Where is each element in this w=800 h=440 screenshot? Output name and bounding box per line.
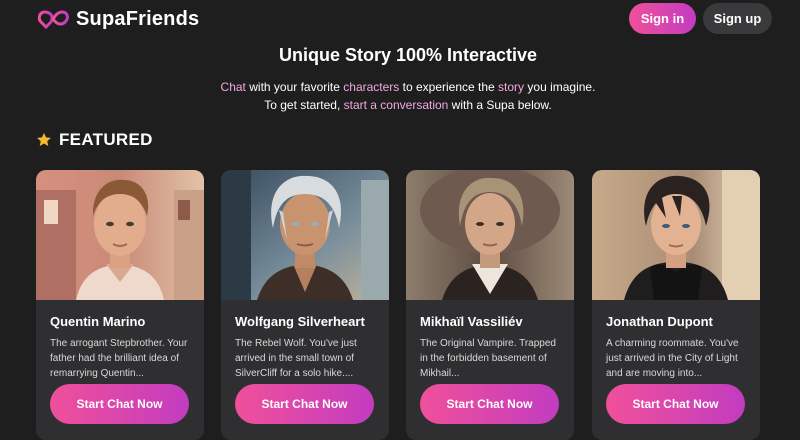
start-chat-button[interactable]: Start Chat Now (235, 384, 374, 424)
featured-label: FEATURED (59, 130, 153, 149)
start-conversation-link[interactable]: start a conversation (344, 98, 449, 112)
character-description: The arrogant Stepbrother. Your father ha… (50, 338, 188, 379)
intro-text: To get started, (264, 98, 344, 112)
intro-text: with your favorite (245, 80, 344, 94)
start-chat-button[interactable]: Start Chat Now (420, 384, 559, 424)
story-link[interactable]: story (498, 80, 524, 94)
character-name: Wolfgang Silverheart (235, 314, 365, 329)
featured-section-heading: FEATURED (36, 130, 153, 150)
character-card[interactable]: Mikhaïl Vassiliév The Original Vampire. … (406, 170, 574, 440)
character-card[interactable]: Wolfgang Silverheart The Rebel Wolf. You… (221, 170, 389, 440)
intro-text: you imagine. (524, 80, 596, 94)
character-portrait (592, 170, 760, 300)
character-description: The Rebel Wolf. You've just arrived in t… (235, 338, 357, 379)
character-card[interactable]: Jonathan Dupont A charming roommate. You… (592, 170, 760, 440)
start-chat-button[interactable]: Start Chat Now (606, 384, 745, 424)
sign-in-button[interactable]: Sign in (629, 3, 696, 34)
brand-name: SupaFriends (76, 7, 200, 30)
character-portrait (36, 170, 204, 300)
character-name: Quentin Marino (50, 314, 146, 329)
character-name: Jonathan Dupont (606, 314, 713, 329)
start-chat-button[interactable]: Start Chat Now (50, 384, 189, 424)
intro-text: to experience the (399, 80, 499, 94)
intro-text: with a Supa below. (448, 98, 552, 112)
infinity-heart-logo-icon (37, 10, 69, 30)
character-description: The Original Vampire. Trapped in the for… (420, 338, 556, 379)
chat-link[interactable]: Chat (221, 80, 246, 94)
character-card[interactable]: Quentin Marino The arrogant Stepbrother.… (36, 170, 204, 440)
brand-logo[interactable]: SupaFriends (36, 6, 199, 32)
star-icon (37, 133, 51, 146)
intro-line-1: Chat with your favorite characters to ex… (0, 80, 800, 94)
intro-line-2: To get started, start a conversation wit… (0, 98, 800, 112)
top-navigation-bar: SupaFriends Sign in Sign up (0, 0, 800, 38)
page-headline: Unique Story 100% Interactive (278, 45, 538, 65)
character-portrait (406, 170, 574, 300)
character-description: A charming roommate. You've just arrived… (606, 338, 739, 379)
character-name: Mikhaïl Vassiliév (420, 314, 523, 329)
character-portrait (221, 170, 389, 300)
characters-link[interactable]: characters (343, 80, 399, 94)
sign-up-button[interactable]: Sign up (703, 3, 772, 34)
